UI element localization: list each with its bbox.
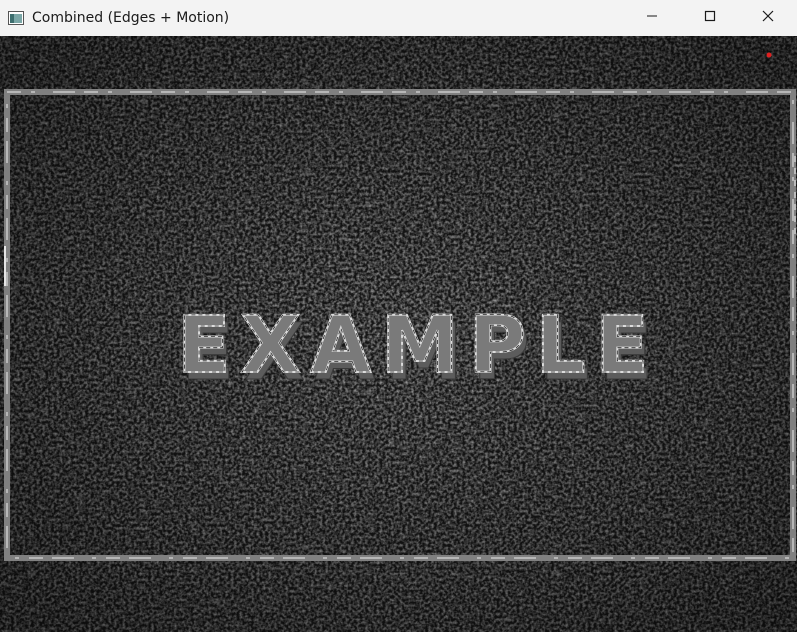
window-title: Combined (Edges + Motion) xyxy=(32,10,230,26)
red-marker xyxy=(766,52,772,58)
maximize-icon xyxy=(704,9,716,27)
window-controls xyxy=(623,0,797,36)
minimize-button[interactable] xyxy=(623,0,681,36)
image-view[interactable]: EXAMPLE EXAMPLE EXAMPLE xyxy=(0,36,797,632)
close-button[interactable] xyxy=(739,0,797,36)
app-window: Combined (Edges + Motion) EXAMPLE EXAMPL… xyxy=(0,0,797,632)
close-icon xyxy=(762,9,774,27)
minimize-icon xyxy=(646,9,658,27)
example-text-group: EXAMPLE EXAMPLE EXAMPLE xyxy=(176,300,659,399)
app-window-icon xyxy=(8,11,24,25)
example-text-edges: EXAMPLE xyxy=(177,301,659,391)
maximize-button[interactable] xyxy=(681,0,739,36)
edge-motion-image: EXAMPLE EXAMPLE EXAMPLE xyxy=(0,36,797,632)
title-bar[interactable]: Combined (Edges + Motion) xyxy=(0,0,797,36)
